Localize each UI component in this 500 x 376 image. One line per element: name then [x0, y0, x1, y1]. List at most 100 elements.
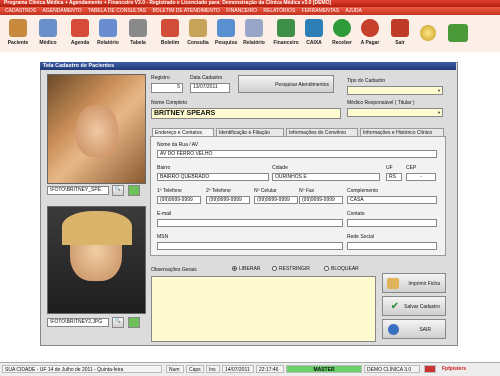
toolbar-boletim-button[interactable]: Boletim [156, 17, 184, 50]
toolbar-relatorio-button[interactable]: Relatório [94, 17, 122, 50]
tel1-label: 1º Telefone [157, 188, 182, 194]
hair-shape [62, 211, 132, 245]
photo2-camera-button[interactable] [128, 317, 140, 328]
exit-icon [391, 19, 409, 37]
tab-convenio[interactable]: Informações do Convênio [286, 128, 358, 136]
toolbar-label: Relatório [97, 40, 119, 46]
cep-label: CEP [406, 165, 417, 171]
toolbar-apagar-button[interactable]: A Pagar [356, 17, 384, 50]
tipo-cadastro-select[interactable] [347, 86, 443, 95]
photo1-path-field[interactable]: \FOTO\BRITNEY_SPE [47, 186, 109, 195]
menu-cadastros[interactable]: CADASTROS [5, 8, 36, 14]
imprimir-ficha-button[interactable]: Imprimir Ficha [382, 273, 446, 293]
patient-photo-1 [47, 74, 146, 184]
finance-icon [277, 19, 295, 37]
menu-financeiro[interactable]: FINANCEIRO [226, 8, 257, 14]
photo1-camera-button[interactable] [128, 185, 140, 196]
patient-photo-2 [47, 206, 146, 314]
cash-register-icon [305, 19, 323, 37]
celular-field[interactable]: (99)9999-9999 [254, 196, 298, 204]
menu-relatorios[interactable]: RELATÓRIOS [263, 8, 295, 14]
liberar-radio[interactable]: LIBERAR [232, 266, 260, 272]
photo1-search-button[interactable]: 🔍 [112, 185, 124, 196]
status-brand: Fpfpisters [442, 366, 467, 372]
alert-icon [424, 365, 436, 373]
tel2-field[interactable]: (99)9999-9999 [206, 196, 250, 204]
status-num: Num [166, 365, 184, 373]
status-app: DEMO CLÍNICA 3.0 [364, 365, 420, 373]
tab-identificacao[interactable]: Identificação e Filiação [216, 128, 284, 136]
contato-field[interactable] [347, 219, 437, 227]
pesquisar-atendimentos-button[interactable]: Pesquisar Atendimentos [238, 75, 334, 93]
contato-label: Contato [347, 211, 365, 217]
uf-field[interactable]: RS [386, 173, 402, 181]
tab-endereco[interactable]: Endereço e Contatos [152, 128, 214, 136]
gear-icon[interactable] [420, 25, 436, 41]
photo2-search-button[interactable]: 🔍 [112, 317, 124, 328]
fax-label: Nº Fax [299, 188, 315, 194]
tipo-cadastro-label: Tipo do Cadastro [347, 78, 386, 84]
observacoes-label: Observações Gerais [151, 267, 197, 273]
bairro-field[interactable]: BAIRRO QUEBRADO [157, 173, 269, 181]
nome-field[interactable]: BRITNEY SPEARS [151, 108, 341, 119]
report-icon [99, 19, 117, 37]
toolbar-medico-button[interactable]: Médico [34, 17, 62, 50]
cep-field[interactable]: - [406, 173, 436, 181]
restringir-label: RESTRINGIR [279, 266, 310, 272]
toolbar-consulta-button[interactable]: Consulta [184, 17, 212, 50]
tel1-field[interactable]: (99)9999-9999 [157, 196, 201, 204]
status-master: MASTER [286, 365, 362, 373]
table-icon [129, 19, 147, 37]
msn-field[interactable] [157, 242, 343, 250]
menu-ferramentas[interactable]: FERRAMENTAS [302, 8, 339, 14]
medico-label: Médico Responsável ( Titular ) [347, 100, 415, 106]
bloquear-radio[interactable]: BLOQUEAR [324, 266, 359, 272]
cidade-field[interactable]: OURINHOS E [272, 173, 380, 181]
bairro-label: Bairro [157, 165, 171, 171]
toolbar-label: Consulta [187, 40, 209, 46]
patient-icon [9, 19, 27, 37]
toolbar-pesquisa-button[interactable]: Pesquisa [212, 17, 240, 50]
data-cadastro-field[interactable]: 13/07/2011 [190, 83, 230, 93]
toolbar-relatorio2-button[interactable]: Relatório [240, 17, 268, 50]
rede-social-field[interactable] [347, 242, 437, 250]
email-field[interactable] [157, 219, 343, 227]
registro-field[interactable]: 5 [151, 83, 183, 93]
rua-label: Nome da Rua / AV [157, 142, 199, 148]
menu-boletim[interactable]: BOLETIM DE ATENDIMENTO [152, 8, 219, 14]
sair-button[interactable]: SAIR [382, 319, 446, 339]
doctor-icon [39, 19, 57, 37]
status-ins: Ins [206, 365, 220, 373]
status-city-date: SUA CIDADE - UF 14 de Julho de 2011 - Qu… [2, 365, 162, 373]
excel-icon[interactable] [448, 24, 468, 42]
toolbar-sair-button[interactable]: Sair [386, 17, 414, 50]
toolbar-agenda-button[interactable]: Agenda [66, 17, 94, 50]
toolbar-paciente-button[interactable]: Paciente [4, 17, 32, 50]
menu-tabela-consultas[interactable]: TABELA DE CONSULTAS [88, 8, 146, 14]
fax-field[interactable]: (99)9999-9999 [299, 196, 343, 204]
radio-indicator [232, 266, 237, 272]
imprimir-label: Imprimir Ficha [408, 281, 440, 287]
status-time: 22:17:46 [256, 365, 284, 373]
toolbar-receber-button[interactable]: Receber [328, 17, 356, 50]
salvar-label: Salvar Cadastro [404, 304, 440, 310]
toolbar-label: Financeiro [273, 40, 299, 46]
menu-ajuda[interactable]: AJUDA [345, 8, 361, 14]
complemento-field[interactable]: CASA [347, 196, 437, 204]
salvar-cadastro-button[interactable]: ✔ Salvar Cadastro [382, 296, 446, 316]
restringir-radio[interactable]: RESTRINGIR [272, 266, 310, 272]
toolbar-tabela-button[interactable]: Tabela [124, 17, 152, 50]
bloquear-label: BLOQUEAR [331, 266, 359, 272]
photo2-path-field[interactable]: \FOTO\BRITNEY2.JPG [47, 318, 109, 327]
tab-historico[interactable]: Informações e Histórico Clínico [360, 128, 444, 136]
toolbar-label: A Pagar [360, 40, 380, 46]
status-date: 14/07/2011 [222, 365, 254, 373]
rua-field[interactable]: AV DO FERRO VELHO [157, 150, 437, 158]
toolbar-financeiro-button[interactable]: Financeiro [272, 17, 300, 50]
exit-icon [388, 324, 399, 335]
toolbar-caixa-button[interactable]: CAIXA [300, 17, 328, 50]
radio-indicator [272, 266, 277, 272]
observacoes-textarea[interactable] [151, 276, 376, 342]
menu-agendamento[interactable]: AGENDAMENTO [43, 8, 82, 14]
medico-select[interactable] [347, 108, 443, 117]
